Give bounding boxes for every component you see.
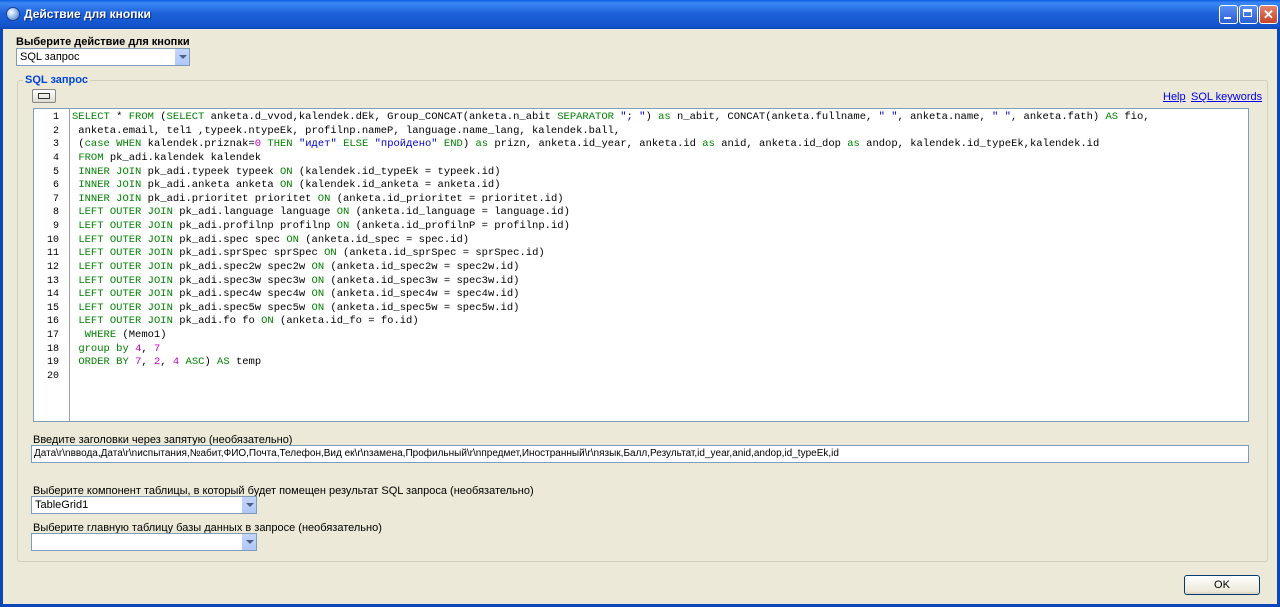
action-select[interactable]: SQL запрос (16, 48, 190, 66)
code-line: WHERE (Memo1) (84, 329, 167, 341)
code-line: LEFT OUTER JOIN pk_adi.fo fo ON (anketa.… (78, 315, 419, 328)
line-number: 11 (46, 248, 59, 260)
table-component-select[interactable]: TableGrid1 (31, 496, 257, 514)
maximize-button[interactable] (1239, 5, 1258, 24)
line-number: 9 (52, 221, 59, 232)
code-line: LEFT OUTER JOIN pk_adi.language language… (78, 206, 570, 219)
code-line: (case WHEN kalendek.priznak=0 THEN "идет… (72, 138, 1100, 151)
chevron-down-icon[interactable] (241, 534, 256, 550)
minimize-icon (1220, 6, 1237, 23)
line-number: 5 (52, 166, 59, 178)
code-line: anketa.email, tel1 ,typeek.ntypeEk, prof… (72, 124, 621, 137)
code-line: group by 4, 7 (78, 342, 161, 355)
code-line: LEFT OUTER JOIN pk_adi.profilnp profilnp… (78, 220, 570, 232)
headers-input[interactable]: Дата\r\nввода,Дата\r\nиспытания,№абит,ФИ… (31, 445, 1249, 463)
code-line: LEFT OUTER JOIN pk_adi.spec4w spec4w ON … (78, 288, 520, 301)
code-line: LEFT OUTER JOIN pk_adi.spec5w spec5w ON … (78, 301, 520, 314)
line-number: 14 (46, 289, 59, 301)
code-line: ORDER BY 7, 2, 4 ASC) AS temp (78, 356, 262, 369)
line-number: 1 (52, 112, 59, 123)
code-line: INNER JOIN pk_adi.anketa anketa ON (kale… (78, 179, 501, 192)
help-link[interactable]: Help (1163, 91, 1186, 103)
sql-editor[interactable]: 1 2 3 4 5 6 7 8 9 10 11 12 13 14 15 16 17 18 19 20 SELECT *… (33, 108, 1249, 422)
sql-keywords-link[interactable]: SQL keywords (1191, 91, 1262, 103)
code-line: LEFT OUTER JOIN pk_adi.sprSpec sprSpec O… (78, 247, 545, 260)
headers-input-value: Дата\r\nввода,Дата\r\nиспытания,№абит,ФИ… (34, 448, 839, 459)
title-bar: Действие для кнопки ✕ (0, 0, 1280, 29)
line-number: 15 (46, 302, 59, 314)
line-number: 4 (52, 152, 59, 164)
code-area[interactable]: SELECT * FROM (SELECT anketa.d_vvod,kale… (72, 111, 1246, 384)
line-number: 3 (52, 139, 59, 151)
line-number: 13 (46, 275, 59, 287)
chevron-down-icon[interactable] (174, 49, 189, 65)
close-icon: ✕ (1263, 7, 1274, 22)
line-number: 10 (46, 234, 59, 246)
line-number: 6 (52, 180, 59, 192)
editor-toggle-button[interactable] (32, 89, 56, 103)
line-number: 18 (46, 343, 59, 355)
app-icon (6, 7, 20, 21)
table-component-value: TableGrid1 (35, 499, 89, 511)
line-number: 2 (52, 125, 59, 137)
action-label: Выберите действие для кнопки (16, 36, 190, 48)
maximize-icon (1240, 6, 1257, 23)
code-line: SELECT * FROM (SELECT anketa.d_vvod,kale… (72, 111, 1150, 123)
code-line: INNER JOIN pk_adi.typeek typeek ON (kale… (78, 165, 501, 178)
ok-button[interactable]: OK (1184, 575, 1260, 595)
minimize-button[interactable] (1219, 5, 1238, 24)
code-line: LEFT OUTER JOIN pk_adi.spec spec ON (ank… (78, 233, 470, 246)
chevron-down-icon[interactable] (241, 497, 256, 513)
code-line: LEFT OUTER JOIN pk_adi.spec3w spec3w ON … (78, 274, 520, 287)
window-title: Действие для кнопки (24, 7, 151, 21)
code-line: LEFT OUTER JOIN pk_adi.spec2w spec2w ON … (78, 260, 520, 273)
line-number: 12 (46, 261, 59, 273)
close-button[interactable]: ✕ (1259, 5, 1278, 24)
line-number-gutter: 1 2 3 4 5 6 7 8 9 10 11 12 13 14 15 16 17 18 19 20 (34, 109, 70, 421)
code-line: FROM pk_adi.kalendek kalendek (78, 151, 262, 164)
action-select-value: SQL запрос (20, 51, 80, 63)
code-line: INNER JOIN pk_adi.prioritet prioritet ON… (78, 192, 564, 205)
line-number: 19 (46, 357, 59, 369)
line-number: 20 (46, 370, 59, 382)
sql-group-title: SQL запрос (23, 74, 90, 86)
line-number: 8 (52, 207, 59, 219)
main-table-select[interactable] (31, 533, 257, 551)
line-number: 7 (52, 193, 59, 205)
line-number: 16 (46, 316, 59, 328)
line-number: 17 (46, 330, 59, 341)
